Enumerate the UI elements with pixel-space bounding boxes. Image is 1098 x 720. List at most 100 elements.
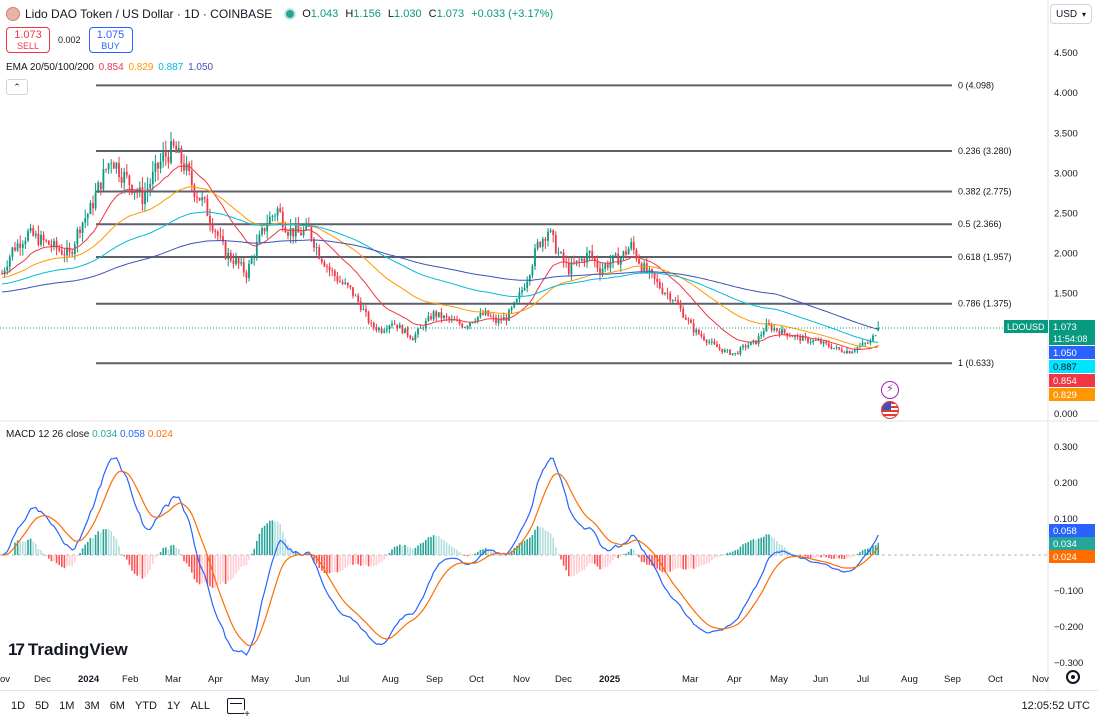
macd-histogram-bar (768, 534, 770, 555)
candle-body (627, 248, 630, 255)
gear-icon[interactable] (1066, 670, 1080, 684)
candle-body (159, 161, 162, 169)
calendar-icon[interactable] (227, 697, 251, 719)
range-1m[interactable]: 1M (54, 700, 79, 712)
macd-histogram-bar (35, 543, 37, 555)
candle-body (328, 266, 331, 271)
candle-body (253, 257, 256, 259)
ema20-tag: 0.854 (1053, 376, 1077, 387)
macd-histogram-bar (256, 540, 258, 555)
candle-body (235, 258, 237, 264)
candle-body (632, 241, 635, 251)
candle-body (359, 301, 362, 310)
utc-clock[interactable]: 12:05:52 UTC (1022, 700, 1090, 712)
range-1d[interactable]: 1D (6, 700, 30, 712)
ema50-tag: 0.829 (1053, 390, 1077, 401)
candle-body (378, 328, 380, 331)
candle-body (718, 347, 721, 349)
fib-level-label: 0 (4.098) (958, 80, 994, 90)
candle-body (297, 225, 300, 233)
macd-histogram-bar (50, 555, 53, 562)
macd-histogram-bar (240, 555, 242, 567)
macd-histogram-bar (222, 555, 224, 583)
macd-histogram-bar (375, 555, 378, 566)
ema-legend[interactable]: EMA 20/50/100/200 0.854 0.829 0.887 1.05… (6, 62, 215, 73)
lightning-icon[interactable]: ⚡ (881, 381, 899, 399)
macd-hist-value: 0.034 (92, 429, 118, 440)
price-axis-tick: 2.000 (1054, 249, 1078, 260)
countdown-tag: 11:54:08 (1053, 334, 1087, 344)
macd-histogram-bar (321, 555, 323, 571)
candle-body (315, 247, 318, 248)
us-flag-icon[interactable] (881, 401, 899, 419)
symbol-title[interactable]: Lido DAO Token / US Dollar · 1D · COINBA… (25, 7, 272, 21)
macd-histogram-bar (352, 555, 354, 565)
candle-body (518, 292, 521, 300)
candle-body (762, 331, 765, 335)
bottom-toolbar: 1D 5D 1M 3M 6M YTD 1Y ALL 12:05:52 UTC (0, 690, 1098, 720)
price-chart-canvas[interactable]: 0 (4.098) 0.236 (3.280) 0.382 (2.775) 0.5 (… (0, 0, 1098, 690)
range-all[interactable]: ALL (185, 700, 215, 712)
candle-body (112, 162, 115, 169)
macd-histogram-bar (105, 529, 107, 555)
collapse-legend-icon[interactable]: ⌃ (6, 79, 28, 95)
range-6m[interactable]: 6M (105, 700, 130, 712)
candle-body (370, 322, 373, 324)
macd-histogram-bar (682, 555, 684, 570)
macd-histogram-bar (180, 555, 183, 556)
range-ytd[interactable]: YTD (130, 700, 162, 712)
candle-body (705, 340, 708, 343)
macd-histogram-bar (115, 538, 118, 555)
macd-histogram-bar (534, 529, 536, 555)
candle-body (448, 317, 451, 320)
candle-body (198, 197, 201, 201)
macd-histogram-bar (536, 526, 539, 555)
candle-body (846, 350, 848, 354)
macd-histogram-bar (466, 555, 469, 557)
macd-histogram-bar (178, 549, 180, 555)
macd-histogram-bar (157, 555, 159, 556)
candle-body (333, 270, 336, 277)
time-axis-label: Dec (34, 674, 51, 685)
candle-body (656, 278, 659, 282)
sell-button[interactable]: 1.073 SELL (6, 27, 50, 53)
macd-legend[interactable]: MACD 12 26 close 0.034 0.058 0.024 (6, 429, 173, 440)
time-axis-label: ov (0, 674, 10, 685)
candle-body (456, 320, 458, 322)
candle-body (521, 289, 523, 293)
macd-histogram-bar (209, 555, 211, 587)
range-3m[interactable]: 3M (79, 700, 104, 712)
macd-histogram-bar (586, 555, 588, 567)
candle-body (742, 345, 744, 348)
macd-histogram-bar (757, 538, 760, 555)
ohlc-values: O1.043 H1.156 L1.030 C1.073 +0.033 (+3.1… (302, 8, 557, 20)
candle-body (99, 182, 102, 190)
time-axis-label: Jun (295, 674, 310, 685)
macd-histogram-bar (661, 555, 664, 573)
candle-body (614, 253, 617, 256)
macd-histogram-bar (227, 555, 229, 582)
candle-body (224, 241, 227, 259)
candle-body (666, 293, 669, 294)
macd-histogram-bar (74, 555, 76, 563)
macd-histogram-bar (609, 555, 612, 564)
buy-button[interactable]: 1.075 BUY (88, 27, 133, 53)
macd-histogram-bar (692, 555, 695, 569)
macd-histogram-bar (269, 520, 271, 555)
macd-histogram-bar (778, 544, 781, 555)
macd-histogram-bar (856, 554, 859, 555)
candle-body (536, 242, 539, 249)
macd-histogram-bar (835, 555, 838, 559)
currency-select[interactable]: USD ▾ (1050, 4, 1092, 24)
macd-histogram-bar (570, 555, 573, 577)
macd-histogram-bar (734, 550, 736, 555)
candle-body (534, 248, 536, 267)
range-1y[interactable]: 1Y (162, 700, 185, 712)
candle-body (294, 225, 297, 237)
macd-histogram-bar (718, 555, 721, 557)
candle-body (445, 315, 448, 318)
range-5d[interactable]: 5D (30, 700, 54, 712)
macd-histogram-bar (399, 544, 401, 555)
tradingview-logo[interactable]: 17 TradingView (8, 640, 128, 660)
close-value: 1.073 (436, 8, 465, 20)
